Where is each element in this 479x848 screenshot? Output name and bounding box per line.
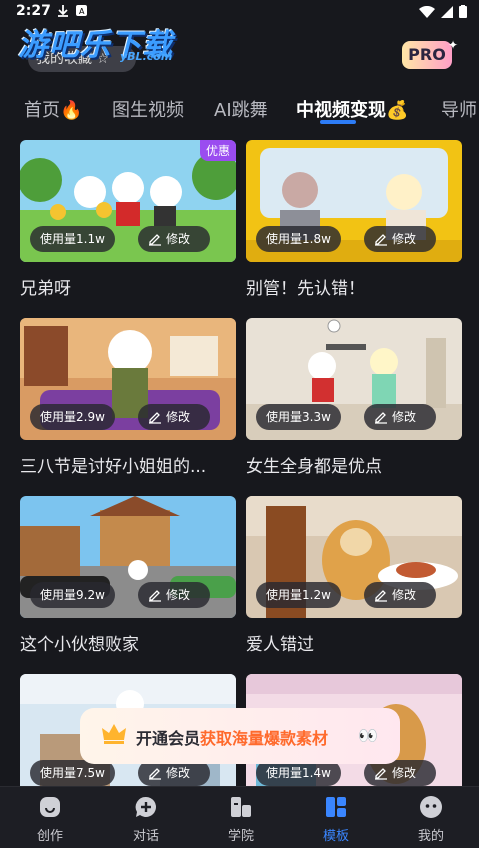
download-icon [58, 5, 68, 17]
card-thumbnail[interactable]: 使用量3.3w 修改 [246, 318, 462, 440]
usage-count: 使用量2.9w [30, 404, 115, 430]
template-card[interactable]: 使用量1.8w 修改 别管！先认错！ [246, 140, 462, 298]
edit-icon [375, 412, 387, 424]
notification-icons: A [58, 5, 87, 17]
chat-icon [135, 796, 156, 817]
app-notification-icon: A [76, 5, 87, 16]
edit-icon [149, 768, 161, 780]
tab-mid-video-monetize[interactable]: 中视频变现💰 [296, 96, 408, 122]
edit-label: 修改 [166, 232, 191, 246]
edit-label: 修改 [392, 410, 417, 424]
card-title: 爱人错过 [246, 635, 314, 654]
svg-text:A: A [79, 7, 85, 16]
card-thumbnail[interactable]: 使用量1.8w 修改 [246, 140, 462, 262]
edit-icon [149, 234, 161, 246]
edit-icon [375, 590, 387, 602]
academy-icon [231, 797, 251, 817]
pro-button[interactable]: PRO [402, 41, 452, 69]
edit-label: 修改 [392, 766, 417, 780]
nav-label: 学院 [227, 829, 254, 844]
edit-button[interactable]: 修改 [364, 226, 436, 252]
usage-count: 使用量1.1w [30, 226, 115, 252]
card-thumbnail[interactable]: 优惠 使用量1.1w 修改 [20, 140, 236, 262]
card-thumbnail[interactable]: 使用量9.2w 修改 [20, 496, 236, 618]
edit-icon [375, 768, 387, 780]
template-grid: 优惠 使用量1.1w 修改 兄弟呀 使用量1.8w 修改 别管！先认错！ 使用量… [0, 138, 479, 786]
create-icon [40, 797, 60, 817]
template-icon [326, 797, 346, 817]
signal-icon [441, 5, 453, 18]
sparkle-icon: ✦ [448, 38, 459, 52]
category-tabs: 首页🔥 图生视频 AI跳舞 中视频变现💰 导师 [0, 92, 479, 126]
banner-text: 开通会员获取海量爆款素材 [136, 725, 328, 749]
tab-mentor[interactable]: 导师 [441, 96, 477, 122]
crown-icon [102, 724, 126, 744]
edit-label: 修改 [166, 410, 191, 424]
card-title: 兄弟呀 [20, 279, 71, 298]
battery-icon [459, 5, 467, 18]
template-card[interactable]: 使用量9.2w 修改 这个小伙想败家 [20, 496, 236, 654]
template-card[interactable]: 使用量2.9w 修改 三八节是讨好小姐姐的... [20, 318, 236, 476]
edit-button[interactable]: 修改 [138, 582, 210, 608]
nav-template[interactable]: 模板 [288, 787, 384, 848]
card-thumbnail[interactable]: 使用量1.2w 修改 [246, 496, 462, 618]
edit-label: 修改 [392, 232, 417, 246]
tab-home[interactable]: 首页🔥 [24, 96, 82, 122]
profile-icon [420, 796, 442, 818]
tab-ai-dance[interactable]: AI跳舞 [214, 96, 268, 122]
edit-icon [375, 234, 387, 246]
nav-label: 对话 [132, 829, 159, 844]
card-title: 三八节是讨好小姐姐的... [20, 457, 207, 476]
edit-button[interactable]: 修改 [138, 226, 210, 252]
usage-count: 使用量3.3w [256, 404, 341, 430]
edit-icon [149, 412, 161, 424]
bottom-nav: 创作 对话 学院 模板 我的 [0, 786, 479, 848]
banner-prefix: 开通会员 [136, 729, 201, 748]
template-card[interactable]: 使用量3.3w 修改 女生全身都是优点 [246, 318, 462, 476]
card-title: 别管！先认错！ [246, 279, 365, 298]
banner-highlight: 获取海量爆款素材 [200, 729, 329, 748]
nav-label: 模板 [322, 829, 349, 844]
template-card[interactable]: 使用量1.2w 修改 爱人错过 [246, 496, 462, 654]
card-title: 女生全身都是优点 [246, 457, 382, 476]
usage-count: 使用量9.2w [30, 582, 115, 608]
status-time: 2:27 [16, 3, 51, 19]
edit-label: 修改 [166, 588, 191, 602]
edit-button[interactable]: 修改 [364, 404, 436, 430]
eyes-icon: 👀 [358, 726, 378, 745]
tab-active-indicator [320, 120, 356, 124]
membership-banner[interactable]: 开通会员获取海量爆款素材 👀 [80, 708, 400, 764]
app-logo-domain: yBL.com [120, 50, 173, 63]
header: 我的收藏 ☆ 游吧乐下载 yBL.com PRO ✦ [0, 20, 479, 80]
template-card[interactable]: 优惠 使用量1.1w 修改 兄弟呀 [20, 140, 236, 298]
system-icons [419, 5, 467, 18]
wifi-icon [419, 5, 435, 18]
nav-create[interactable]: 创作 [2, 787, 98, 848]
usage-count: 使用量1.8w [256, 226, 341, 252]
nav-chat[interactable]: 对话 [98, 787, 194, 848]
card-title: 这个小伙想败家 [20, 635, 139, 654]
nav-label: 创作 [36, 829, 63, 844]
promo-badge: 优惠 [199, 140, 236, 161]
edit-label: 修改 [166, 766, 191, 780]
edit-icon [149, 590, 161, 602]
edit-button[interactable]: 修改 [364, 582, 436, 608]
tab-image-to-video[interactable]: 图生视频 [112, 96, 184, 122]
nav-label: 我的 [417, 829, 444, 844]
edit-button[interactable]: 修改 [138, 404, 210, 430]
edit-label: 修改 [392, 588, 417, 602]
card-thumbnail[interactable]: 使用量2.9w 修改 [20, 318, 236, 440]
nav-profile[interactable]: 我的 [383, 787, 479, 848]
usage-count: 使用量1.2w [256, 582, 341, 608]
nav-academy[interactable]: 学院 [193, 787, 289, 848]
